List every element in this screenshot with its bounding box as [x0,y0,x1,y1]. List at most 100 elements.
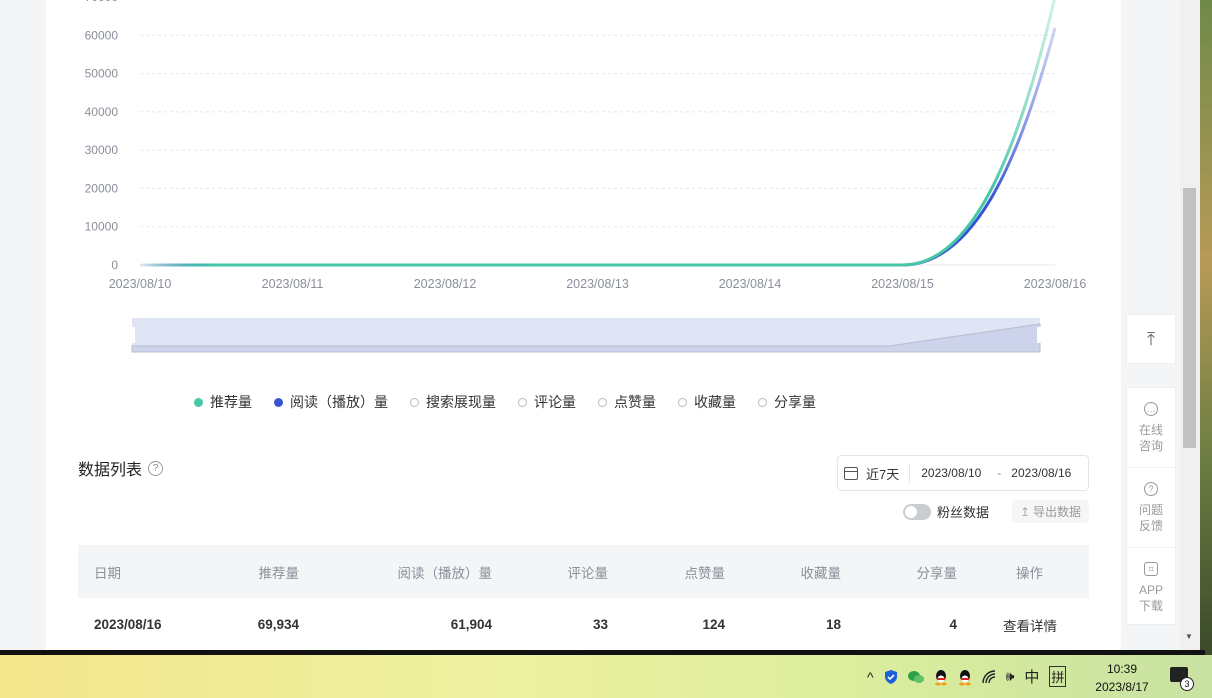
legend-label: 点赞量 [614,394,656,410]
online-consult-button[interactable]: … 在线 咨询 [1127,388,1175,468]
table-row: 2023/08/16 69,934 61,904 33 124 18 4 查看详… [78,598,1089,651]
clock-date: 2023/8/17 [1095,680,1149,694]
legend-item[interactable]: 收藏量 [678,392,736,412]
legend-label: 推荐量 [210,394,252,410]
header-favorites: 收藏量 [800,565,842,581]
legend-item[interactable]: 搜索展现量 [410,392,496,412]
y-tick-label: 20000 [85,181,119,195]
legend-item[interactable]: 阅读（播放）量 [274,392,388,412]
volume-icon[interactable]: 🕪 [1006,668,1015,685]
header-date: 日期 [94,565,121,581]
legend-label: 搜索展现量 [426,394,496,410]
legend-dot-icon [194,397,203,407]
online-consult-line1: 在线 [1138,422,1163,437]
date-start[interactable]: 2023/08/10 [921,466,981,480]
header-shares: 分享量 [916,565,958,581]
app-download-line2: 下载 [1138,599,1163,613]
y-tick-label: 50000 [85,67,119,81]
legend-dot-icon [758,397,767,407]
scroll-down-arrow[interactable]: ▼ [1185,632,1193,641]
help-icon[interactable]: ? [148,460,164,476]
export-data-label: 导出数据 [1033,505,1082,519]
side-tools: … 在线 咨询 ? 问题 反馈 ⌗ APP 下载 [1126,387,1176,625]
y-tick-label: 10000 [85,220,119,234]
y-tick-label: 30000 [85,143,119,157]
back-to-top-icon: ⤒ [1147,328,1155,349]
tray-expand-icon[interactable]: ^ [867,669,874,685]
legend-item[interactable]: 分享量 [758,392,816,412]
wechat-icon[interactable] [907,669,925,685]
ime-language[interactable]: 中 [1024,666,1039,687]
legend-dot-icon [598,397,607,407]
y-tick-label: 60000 [85,28,119,42]
clock-time: 10:39 [1106,662,1138,676]
header-actions: 操作 [1016,565,1043,581]
chat-icon: … [1144,401,1158,416]
zoom-slider-right-handle [1037,327,1042,343]
data-table: 日期 推荐量 阅读（播放）量 评论量 点赞量 收藏量 分享量 操作 2023/0… [78,545,1089,651]
cell-read: 61,904 [450,617,492,632]
x-tick-label: 2023/08/12 [414,277,477,291]
qq-icon-2[interactable] [957,668,973,686]
data-list-title-text: 数据列表 [78,462,143,479]
calendar-icon [844,466,858,480]
scrollbar-thumb[interactable] [1183,188,1196,448]
export-data-button[interactable]: ↥ 导出数据 [1012,500,1089,523]
cell-comments: 33 [592,617,608,632]
legend-dot-icon [410,397,419,407]
legend-item[interactable]: 推荐量 [194,392,252,412]
notification-count: 3 [1180,677,1194,691]
fans-data-toggle[interactable]: 粉丝数据 [903,502,989,521]
cell-shares: 4 [949,617,957,632]
zoom-slider-left-handle [130,327,135,343]
wifi-icon[interactable] [981,669,997,685]
legend-label: 收藏量 [694,394,736,410]
date-separator: - [997,466,1002,480]
back-to-top-button[interactable]: ⤒ [1126,314,1176,364]
view-details-link[interactable]: 查看详情 [1003,615,1057,635]
qq-icon[interactable] [933,668,949,686]
header-read: 阅读（播放）量 [397,565,493,581]
legend-dot-icon [518,397,527,407]
series-line-1 [140,27,1057,267]
toggle-switch[interactable] [903,503,931,520]
chart-legend: 推荐量 阅读（播放）量 搜索展现量 评论量 点赞量 收藏量 分享量 [194,392,838,412]
x-tick-label: 2023/08/15 [871,277,934,291]
taskbar-clock[interactable]: 10:39 2023/8/17 [1086,660,1158,696]
y-tick-label: 0 [111,258,118,272]
cell-date: 2023/08/16 [94,617,162,632]
cell-favorites: 18 [825,617,841,632]
system-tray: ^ 🕪 中 拼 [862,655,1071,698]
legend-item[interactable]: 点赞量 [598,392,656,412]
online-consult-line2: 咨询 [1138,438,1163,453]
app-download-button[interactable]: ⌗ APP 下载 [1127,548,1175,628]
cell-likes: 124 [702,617,725,632]
vertical-scrollbar[interactable]: ▼ [1180,0,1200,650]
trend-chart: 0 10000 20000 30000 40000 50000 60000 70000 2023… [85,0,1087,353]
x-tick-label: 2023/08/16 [1024,277,1087,291]
header-likes: 点赞量 [684,565,726,581]
taskbar: ^ 🕪 中 拼 10:39 2023/8/17 3 [0,655,1212,698]
qrcode-icon: ⌗ [1144,562,1158,576]
date-preset[interactable]: 近7天 [866,463,911,483]
data-list-title: 数据列表 ? [78,456,164,480]
x-tick-label: 2023/08/11 [262,277,324,291]
series-line-0 [140,0,1056,267]
x-tick-label: 2023/08/10 [109,277,172,291]
legend-label: 分享量 [774,394,816,410]
shield-icon[interactable] [883,669,899,685]
legend-label: 评论量 [534,394,576,410]
ime-mode[interactable]: 拼 [1049,666,1067,687]
feedback-line1: 问题 [1138,502,1163,517]
question-icon: ? [1144,481,1158,496]
app-download-line1: APP [1138,583,1163,597]
feedback-button[interactable]: ? 问题 反馈 [1127,468,1175,548]
legend-item[interactable]: 评论量 [518,392,576,412]
date-end[interactable]: 2023/08/16 [1011,466,1071,480]
legend-label: 阅读（播放）量 [290,394,388,410]
x-tick-label: 2023/08/14 [719,277,782,291]
y-tick-label: 70000 [85,0,119,4]
legend-dot-icon [678,397,687,407]
date-range-picker[interactable]: 近7天 2023/08/10 - 2023/08/16 [837,455,1089,491]
header-recommend: 推荐量 [258,565,300,581]
